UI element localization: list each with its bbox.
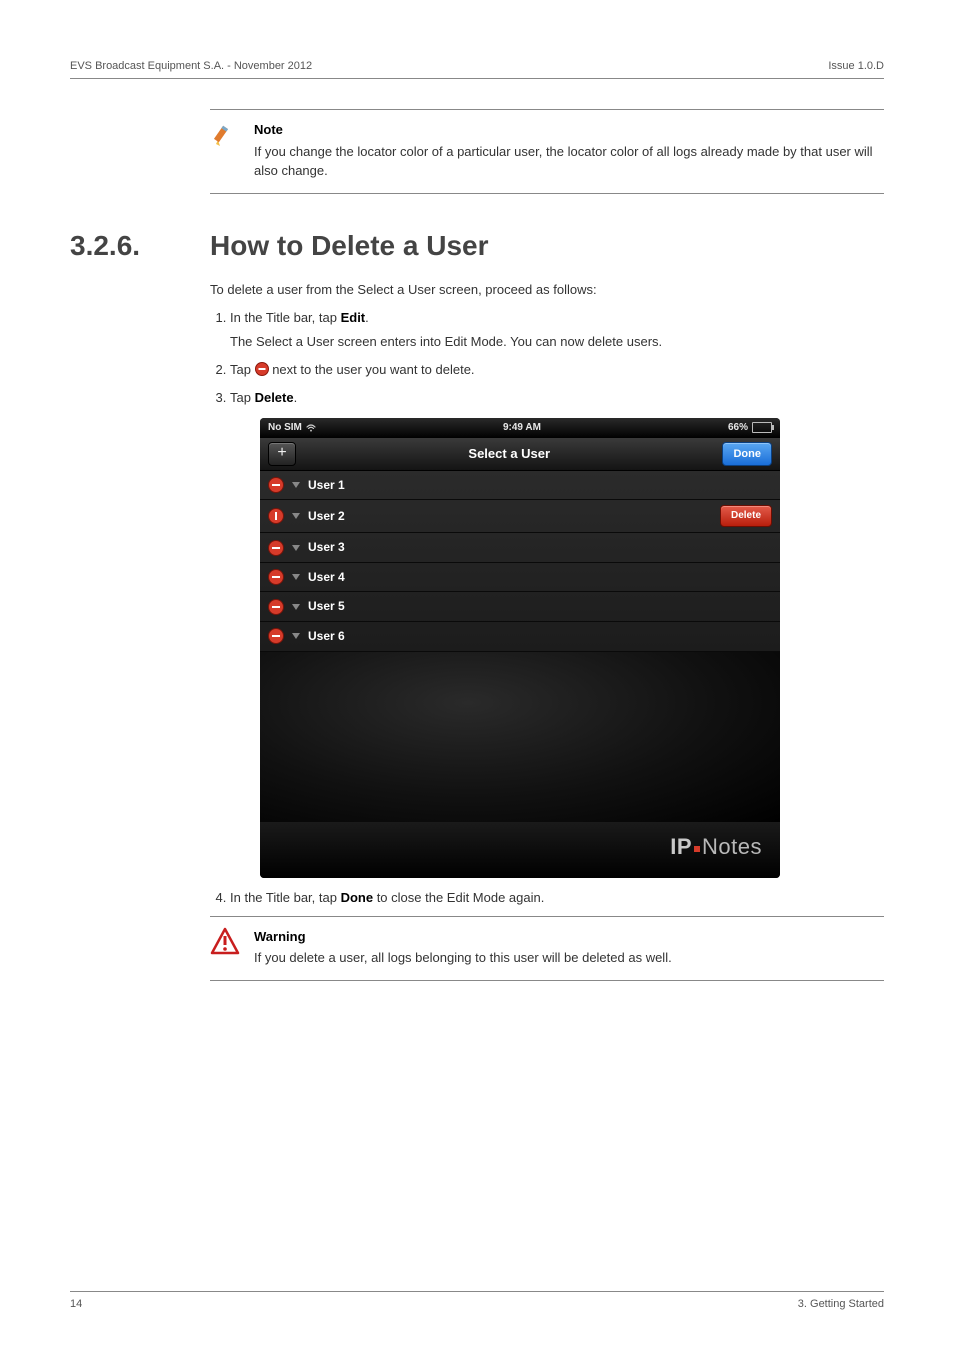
chapter-label: 3. Getting Started — [798, 1298, 884, 1310]
user-row[interactable]: User 4 — [260, 563, 780, 593]
delete-button[interactable]: Delete — [720, 505, 772, 527]
app-screenshot: No SIM 9:49 AM 66% + Select — [260, 418, 780, 878]
battery-percent: 66% — [728, 420, 748, 436]
running-header: EVS Broadcast Equipment S.A. - November … — [70, 60, 884, 79]
user-name-label: User 5 — [308, 597, 772, 616]
step-3: Tap Delete. No SIM 9:49 AM 66% — [230, 388, 884, 878]
section-heading: 3.2.6. How to Delete a User — [70, 230, 884, 262]
user-name-label: User 4 — [308, 568, 772, 587]
nav-title: Select a User — [468, 444, 550, 464]
app-empty-area — [260, 652, 780, 822]
delete-toggle-icon[interactable] — [268, 569, 284, 585]
step-1-sub: The Select a User screen enters into Edi… — [230, 332, 884, 352]
note-callout: Note If you change the locator color of … — [210, 109, 884, 194]
pencil-icon — [210, 120, 240, 181]
minus-circle-icon — [255, 362, 269, 376]
warning-callout: Warning If you delete a user, all logs b… — [210, 916, 884, 981]
nav-bar: + Select a User Done — [260, 438, 780, 471]
section-title: How to Delete a User — [210, 230, 489, 262]
user-name-label: User 2 — [308, 507, 720, 526]
disclosure-triangle-icon — [292, 545, 300, 551]
disclosure-triangle-icon — [292, 633, 300, 639]
delete-toggle-icon[interactable] — [268, 628, 284, 644]
add-button[interactable]: + — [268, 442, 296, 466]
warning-triangle-icon — [210, 927, 240, 968]
delete-toggle-icon[interactable] — [268, 540, 284, 556]
user-name-label: User 1 — [308, 476, 772, 495]
delete-toggle-icon[interactable] — [268, 477, 284, 493]
app-brand: IPNotes — [670, 834, 762, 859]
header-right: Issue 1.0.D — [828, 60, 884, 72]
user-name-label: User 6 — [308, 627, 772, 646]
warning-title: Warning — [254, 927, 672, 947]
user-row[interactable]: User 3 — [260, 533, 780, 563]
page-footer: 14 3. Getting Started — [70, 1291, 884, 1310]
user-row[interactable]: User 5 — [260, 592, 780, 622]
wifi-icon — [306, 423, 316, 433]
brand-dot-icon — [694, 846, 700, 852]
user-row[interactable]: User 6 — [260, 622, 780, 652]
note-body-text: If you change the locator color of a par… — [254, 142, 884, 181]
carrier-text: No SIM — [268, 420, 302, 436]
user-row[interactable]: User 1 — [260, 471, 780, 501]
section-number: 3.2.6. — [70, 230, 180, 262]
step-4: In the Title bar, tap Done to close the … — [230, 888, 884, 908]
disclosure-triangle-icon — [292, 574, 300, 580]
disclosure-triangle-icon — [292, 513, 300, 519]
disclosure-triangle-icon — [292, 604, 300, 610]
user-name-label: User 3 — [308, 538, 772, 557]
done-button[interactable]: Done — [722, 442, 772, 466]
step-1: In the Title bar, tap Edit. The Select a… — [230, 308, 884, 352]
status-time: 9:49 AM — [503, 420, 541, 436]
note-title: Note — [254, 120, 884, 140]
page-number: 14 — [70, 1298, 82, 1310]
header-left: EVS Broadcast Equipment S.A. - November … — [70, 60, 312, 72]
disclosure-triangle-icon — [292, 482, 300, 488]
delete-toggle-rotated-icon[interactable] — [268, 508, 284, 524]
app-footer: IPNotes — [260, 822, 780, 878]
delete-toggle-icon[interactable] — [268, 599, 284, 615]
user-list: User 1 User 2Delete User 3 User 4 User 5 User… — [260, 471, 780, 652]
status-bar: No SIM 9:49 AM 66% — [260, 418, 780, 438]
step-2: Tap next to the user you want to delete. — [230, 360, 884, 380]
battery-icon — [752, 422, 772, 433]
warning-body-text: If you delete a user, all logs belonging… — [254, 948, 672, 968]
intro-text: To delete a user from the Select a User … — [210, 280, 884, 300]
user-row[interactable]: User 2Delete — [260, 500, 780, 533]
